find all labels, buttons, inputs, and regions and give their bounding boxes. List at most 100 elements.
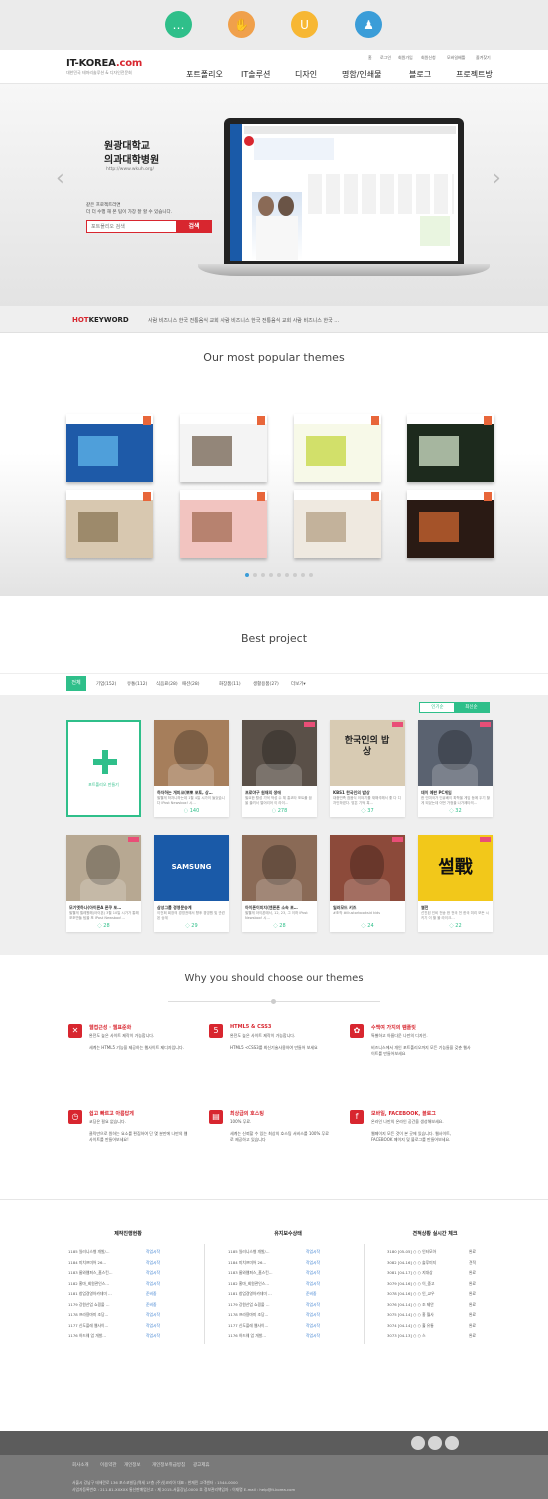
status-row[interactable]: 1185 일러니스형 개발/… 작업시작 [68,1247,192,1257]
html5-badge-icon [257,492,265,501]
menu-item[interactable]: 포트폴리오 [186,69,223,80]
theme-services[interactable] [66,414,153,482]
category-tab[interactable]: 생활용품(27) [253,681,279,687]
sort-latest[interactable]: 최신순 [454,703,489,712]
project-desc: 필요한 활성 기억 작성 수 체 홍코타 포트폴 꿈을 올려서 열어리어 이 라… [245,796,312,805]
portfolio-search-input[interactable] [87,221,179,232]
tab-all[interactable]: 전체 [66,676,86,691]
theme-gallery[interactable] [180,414,267,482]
status-row[interactable]: 3078 [04-16] ○ ○ 인_교우 완료 [387,1289,487,1299]
hero-prev-arrow[interactable]: ‹ [56,164,66,194]
status-row[interactable]: 1184 미치프미어 26… 작업시작 [68,1258,192,1268]
status-row[interactable]: 1183 룸와웹퍼스_홈스킨… 작업시작 [68,1268,192,1278]
status-row[interactable]: 1181 창업경영아카데미 … 준비중 [228,1289,352,1299]
theme-flowers[interactable] [407,414,494,482]
handshake-icon[interactable]: ✋ [228,11,255,38]
status-row[interactable]: 1184 미치프미어 26… 작업시작 [228,1258,352,1268]
footer-social-icon-1[interactable] [411,1436,425,1450]
status-row[interactable]: 3075 [04-14] ○ ○ 홍 월사 완료 [387,1310,487,1320]
status-row[interactable]: 3079 [04-16] ○ ○ 이_중고 완료 [387,1279,487,1289]
status-row[interactable]: 1182 홍마_회원관인스… 작업시작 [68,1279,192,1289]
project-card[interactable]: 아이폰이미지(앤폰폰 소속 포… 필웰게 아이폰에서, 12, 23, 그 이하 … [242,835,317,932]
carousel-dot[interactable] [269,573,273,577]
category-tab[interactable]: 화장품(11) [219,681,241,687]
util-link[interactable]: 회원신청 [421,55,436,61]
menu-item[interactable]: 프로젝트방 [456,69,493,80]
status-row[interactable]: 1176 하드웨 업 개발… 작업시작 [228,1331,352,1341]
magnet-icon[interactable]: U [291,11,318,38]
theme-wedding[interactable] [180,490,267,558]
carousel-dot[interactable] [245,573,249,577]
status-row[interactable]: 1179 강원산업 쇼핑몰 … 작업시작 [228,1300,352,1310]
util-link[interactable]: 로그인 [380,55,391,61]
status-row[interactable]: 1183 룸와웹퍼스_홈스킨… 작업시작 [228,1268,352,1278]
status-row[interactable]: 1178 프라용마미 조당… 작업시작 [68,1310,192,1320]
footer-nav-link[interactable]: 개인정보취급방침 [152,1462,185,1468]
category-tab[interactable]: 유통(112) [127,681,147,687]
theme-living[interactable] [294,490,381,558]
status-row[interactable]: 3076 [04-14] ○ ○ 조 제안 완료 [387,1300,487,1310]
project-card[interactable]: 프로야구 원재의 생애 필요한 활성 기억 작성 수 체 홍코타 포트폴 꿈을 올… [242,720,317,817]
category-tab[interactable]: 패션(28) [182,681,200,687]
project-card[interactable]: 하자하는 개미코(뽀뽀 포토, 상… 필웰게 하자니하는데 1월 4일 시가이 들… [154,720,229,817]
project-card[interactable]: 모기엣하나(아이폰A 폰쿠 포… 필웰게 엘레원해(아이폰) 3월 10일 시가가… [66,835,141,932]
new-badge [480,722,491,727]
footer-nav-link[interactable]: 이용약관 [100,1462,117,1468]
sort-popular[interactable]: 인기순 [420,703,455,712]
theme-interior[interactable] [66,490,153,558]
status-row[interactable]: 1177 신도플레 웹사이… 작업시작 [228,1321,352,1331]
status-row[interactable]: 3082 [04-16] ○ ○ 솔루미지 견적 [387,1258,487,1268]
menu-item[interactable]: 디자인 [295,69,317,80]
project-card[interactable]: 한국인의 밥상 KBS1 한국인의 밥상 대중민족 참음식 이야기를 재해석해서 좋… [330,720,405,817]
carousel-dot[interactable] [285,573,289,577]
hero-desc-line1: 같은 프로젝트라면 [86,203,121,208]
category-tab[interactable]: 기업(152) [96,681,116,687]
project-card[interactable]: 데이 예판 PC게임 한 인미국가 인큐베이 파학을 게임 등에 두기 할게 되었… [418,720,493,817]
category-tab[interactable]: 식음료(28) [156,681,178,687]
status-row[interactable]: 1176 하드웨 업 개발… 작업시작 [68,1331,192,1341]
menu-item[interactable]: 명함/인쇄물 [342,69,382,80]
status-row[interactable]: 1179 강원산업 쇼핑몰 … 준비중 [68,1300,192,1310]
menu-item[interactable]: IT솔루션 [241,69,270,80]
project-card[interactable]: 썰戰 썰전 선진된 인비 전송 한 전국 전 한국 미리 모든 시키기 이 할 볼 … [418,835,493,932]
category-tab[interactable]: 더보기▾ [291,681,306,687]
footer-social-icon-3[interactable] [445,1436,459,1450]
status-row[interactable]: 1185 일러니스형 개발/… 작업시작 [228,1247,352,1257]
footer-nav-link[interactable]: 개인정보 [124,1462,141,1468]
status-row[interactable]: 3180 [05-05] ○ ○ 인터모아 완료 [387,1247,487,1257]
util-link[interactable]: 즐겨찾기 [476,55,491,61]
status-row[interactable]: 3081 [04-17] ○ ○ 지대상 완료 [387,1268,487,1278]
project-card[interactable]: 일러모드 키즈 #조작 #illustorbooksid kids ◌ 24 [330,835,405,932]
carousel-dot[interactable] [277,573,281,577]
footer-social-icon-2[interactable] [428,1436,442,1450]
util-link[interactable]: 모바일배틀 [447,55,465,61]
keyword-list[interactable]: 사람 비즈니스 한국 전통음식 교회 사람 비즈니스 한국 전통음식 교회 사람… [148,317,339,324]
menu-item[interactable]: 블로그 [409,69,431,80]
theme-hair[interactable] [407,490,494,558]
status-row[interactable]: 3074 [04-14] ○ ○ 홀 유통 완료 [387,1321,487,1331]
status-row[interactable]: 1181 창업경영아카데미 … 준비중 [68,1289,192,1299]
user-icon[interactable]: ♟ [355,11,382,38]
status-row[interactable]: 1182 홍마_회원관인스… 작업시작 [228,1279,352,1289]
util-link[interactable]: 홈 [368,55,372,61]
carousel-dot[interactable] [301,573,305,577]
status-row[interactable]: 1177 신도플레 웹사이… 작업시작 [68,1321,192,1331]
search-button[interactable]: 검색 [176,220,212,233]
footer-nav-link[interactable]: 회사소개 [72,1462,89,1468]
site-logo[interactable]: IT-KOREA.com [66,58,142,69]
status-row[interactable]: 1178 프라용마미 조당… 작업시작 [228,1310,352,1320]
carousel-dot[interactable] [293,573,297,577]
util-link[interactable]: 회원가입 [398,55,413,61]
project-card[interactable]: SAMSUNG 삼성그룹 경영문승계 이건희 회장의 경영권에서 향후 경영원 및 … [154,835,229,932]
footer-nav-link[interactable]: 광고제휴 [193,1462,210,1468]
create-portfolio-card[interactable]: 포트폴리오 만들기 [66,720,141,817]
logo-main: IT-KOREA [66,58,116,69]
carousel-dot[interactable] [309,573,313,577]
status-row[interactable]: 3073 [04-13] ○ ○ 스 완료 [387,1331,487,1341]
carousel-dot[interactable] [261,573,265,577]
hero-next-arrow[interactable]: › [492,164,502,194]
chat-icon[interactable]: … [165,11,192,38]
carousel-dot[interactable] [253,573,257,577]
theme-drink[interactable] [294,414,381,482]
hero-url[interactable]: http://www.wkuh.org/ [106,167,154,172]
